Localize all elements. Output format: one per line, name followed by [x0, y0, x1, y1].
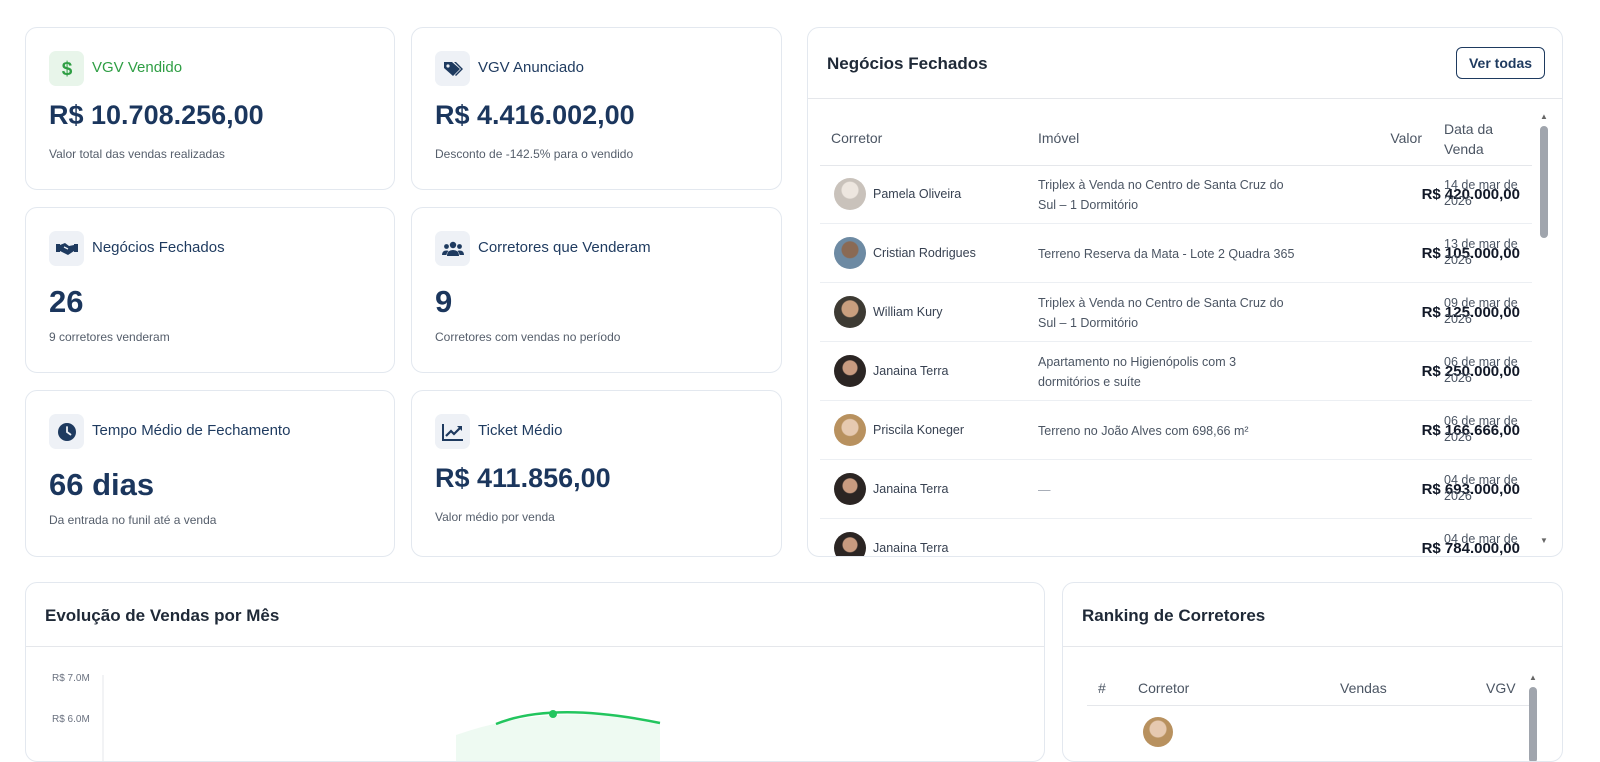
- corretor-name: Cristian Rodrigues: [873, 246, 976, 260]
- ranking-panel: Ranking de Corretores # Corretor Vendas …: [1062, 582, 1563, 762]
- deals-scrollbar[interactable]: ▲ ▼: [1538, 112, 1550, 546]
- divider: [1063, 646, 1562, 647]
- data-text: 04 de mar de: [1444, 532, 1518, 546]
- clock-icon: [49, 414, 84, 449]
- avatar: [834, 473, 866, 505]
- column-header-corretor[interactable]: Corretor: [1138, 680, 1189, 696]
- ranking-title: Ranking de Corretores: [1082, 606, 1266, 625]
- kpi-value: R$ 10.708.256,00: [49, 100, 264, 130]
- corretor-name: William Kury: [873, 305, 943, 319]
- kpi-card-vgv-anunciado: VGV Anunciado R$ 4.416.002,00 Desconto d…: [411, 27, 782, 190]
- scroll-down-icon[interactable]: ▼: [1538, 536, 1550, 546]
- table-row[interactable]: Janaina Terra R$ 784.000,00 04 de mar de: [820, 519, 1532, 556]
- column-header-data[interactable]: Data da Venda: [1444, 119, 1514, 159]
- kpi-subtext: Da entrada no funil até a venda: [49, 513, 217, 527]
- column-header-rank[interactable]: #: [1098, 680, 1106, 696]
- kpi-label: VGV Vendido: [92, 59, 183, 76]
- avatar: [834, 237, 866, 269]
- kpi-label: Corretores que Venderam: [478, 239, 651, 256]
- deals-panel: Negócios Fechados Ver todas Corretor Imó…: [807, 27, 1563, 557]
- avatar: [834, 178, 866, 210]
- kpi-label: Ticket Médio: [478, 422, 563, 439]
- corretor-name: Janaina Terra: [873, 541, 949, 555]
- sales-line-chart: [102, 675, 661, 761]
- table-row[interactable]: Janaina Terra Apartamento no Higienópoli…: [820, 342, 1532, 401]
- corretor-name: Priscila Koneger: [873, 423, 965, 437]
- column-header-vgv[interactable]: VGV: [1486, 680, 1516, 696]
- sales-area: [456, 714, 660, 761]
- kpi-subtext: Valor total das vendas realizadas: [49, 147, 225, 161]
- scroll-up-icon[interactable]: ▲: [1538, 112, 1550, 122]
- imovel-text: Triplex à Venda no Centro de Santa Cruz …: [1038, 296, 1284, 330]
- table-row[interactable]: Pamela Oliveira Triplex à Venda no Centr…: [820, 165, 1532, 224]
- table-header-divider: [1087, 705, 1532, 706]
- kpi-value: 9: [435, 284, 453, 319]
- scrollbar-thumb[interactable]: [1529, 687, 1537, 761]
- svg-text:$: $: [61, 59, 72, 79]
- data-text: 14 de mar de 2026: [1444, 178, 1518, 208]
- corretor-name: Janaina Terra: [873, 482, 949, 496]
- imovel-text: Triplex à Venda no Centro de Santa Cruz …: [1038, 178, 1284, 212]
- kpi-value: 26: [49, 284, 84, 319]
- kpi-subtext: Corretores com vendas no período: [435, 330, 621, 344]
- kpi-value: 66 dias: [49, 467, 155, 502]
- kpi-label: VGV Anunciado: [478, 59, 584, 76]
- column-header-imovel[interactable]: Imóvel: [1038, 130, 1079, 146]
- corretor-name: Janaina Terra: [873, 364, 949, 378]
- data-text: 13 de mar de 2026: [1444, 237, 1518, 267]
- users-icon: [435, 231, 470, 266]
- table-row[interactable]: Cristian Rodrigues Terreno Reserva da Ma…: [820, 224, 1532, 283]
- data-point: [549, 710, 557, 718]
- kpi-card-tempo-medio: Tempo Médio de Fechamento 66 dias Da ent…: [25, 390, 395, 557]
- data-text: 06 de mar de 2026: [1444, 414, 1518, 444]
- column-header-vendas[interactable]: Vendas: [1340, 680, 1387, 696]
- imovel-text: Terreno no João Alves com 698,66 m²: [1038, 424, 1249, 438]
- kpi-subtext: Desconto de -142.5% para o vendido: [435, 147, 634, 161]
- kpi-subtext: Valor médio por venda: [435, 510, 555, 524]
- kpi-card-corretores-venderam: Corretores que Venderam 9 Corretores com…: [411, 207, 782, 373]
- sales-evolution-panel: Evolução de Vendas por Mês R$ 7.0M R$ 6.…: [25, 582, 1045, 762]
- scroll-up-icon[interactable]: ▲: [1527, 673, 1539, 683]
- data-text: 06 de mar de 2026: [1444, 355, 1518, 385]
- kpi-label: Tempo Médio de Fechamento: [92, 422, 291, 439]
- ranking-scrollbar[interactable]: ▲: [1527, 673, 1539, 761]
- corretor-name: Pamela Oliveira: [873, 187, 962, 201]
- avatar: [834, 414, 866, 446]
- table-row[interactable]: Priscila Koneger Terreno no João Alves c…: [820, 401, 1532, 460]
- scrollbar-thumb[interactable]: [1540, 126, 1548, 238]
- kpi-subtext: 9 corretores venderam: [49, 330, 170, 344]
- kpi-card-ticket-medio: Ticket Médio R$ 411.856,00 Valor médio p…: [411, 390, 782, 557]
- avatar: [834, 355, 866, 387]
- deals-title: Negócios Fechados: [827, 54, 988, 73]
- table-row[interactable]: Janaina Terra — R$ 693.000,00 04 de mar …: [820, 460, 1532, 519]
- imovel-text: Terreno Reserva da Mata - Lote 2 Quadra …: [1038, 247, 1295, 261]
- divider: [808, 98, 1562, 99]
- data-text: 04 de mar de 2026: [1444, 473, 1518, 503]
- kpi-value: R$ 411.856,00: [435, 463, 611, 493]
- kpi-label: Negócios Fechados: [92, 239, 225, 256]
- column-header-valor[interactable]: Valor: [1388, 130, 1422, 146]
- imovel-text: Apartamento no Higienópolis com 3 dormit…: [1038, 355, 1237, 389]
- data-text: 09 de mar de 2026: [1444, 296, 1518, 326]
- handshake-icon: [49, 231, 84, 266]
- view-all-button[interactable]: Ver todas: [1456, 47, 1545, 79]
- column-header-corretor[interactable]: Corretor: [831, 130, 882, 146]
- avatar: [1143, 717, 1173, 747]
- table-row[interactable]: William Kury Triplex à Venda no Centro d…: [820, 283, 1532, 342]
- tag-icon: [435, 51, 470, 86]
- avatar: [834, 532, 866, 556]
- avatar: [834, 296, 866, 328]
- kpi-card-vgv-vendido: $ VGV Vendido R$ 10.708.256,00 Valor tot…: [25, 27, 395, 190]
- chart-line-icon: [435, 414, 470, 449]
- kpi-card-negocios-fechados: Negócios Fechados 26 9 corretores vender…: [25, 207, 395, 373]
- kpi-value: R$ 4.416.002,00: [435, 100, 635, 130]
- imovel-text: —: [1038, 483, 1051, 497]
- dollar-icon: $: [49, 51, 84, 86]
